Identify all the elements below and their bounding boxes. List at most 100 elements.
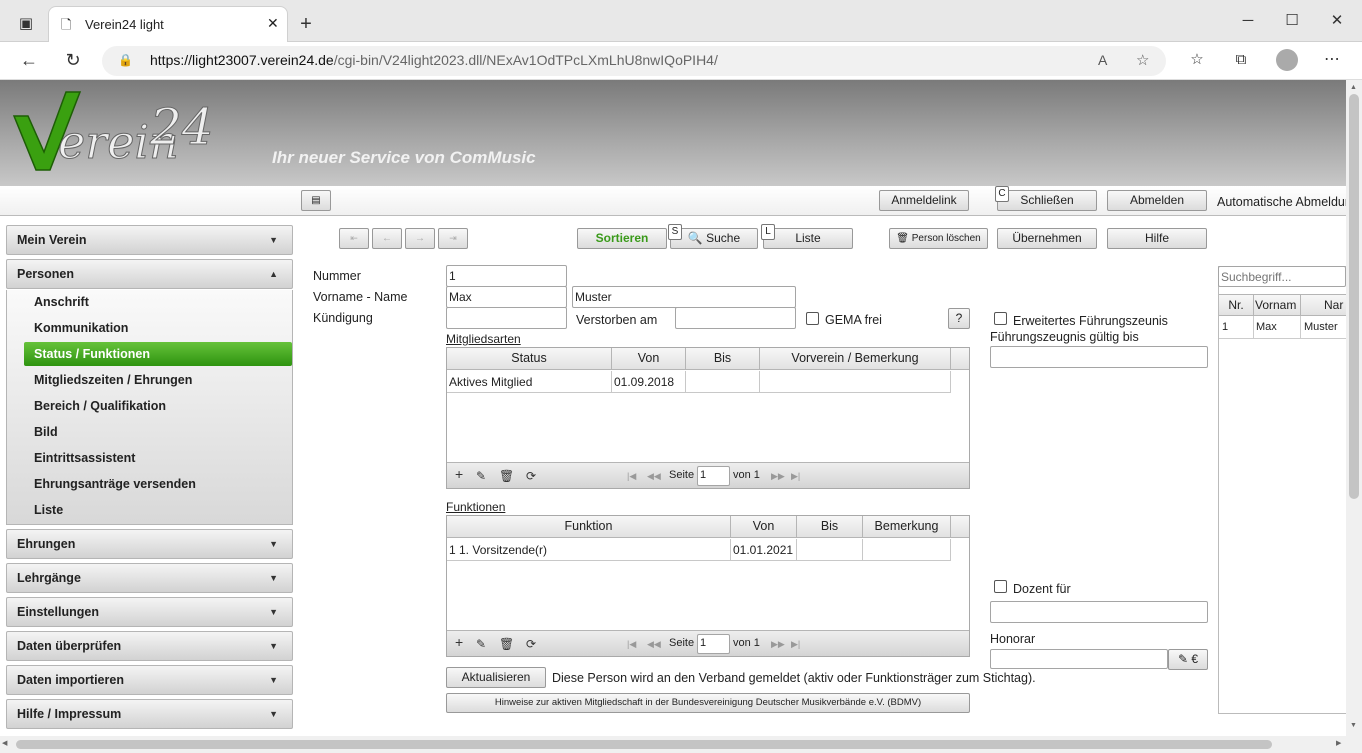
- help-question-button[interactable]: ?: [948, 308, 970, 329]
- sidebar-item-anschrift[interactable]: Anschrift: [34, 295, 89, 309]
- sidebar-item-bild[interactable]: Bild: [34, 425, 58, 439]
- col-name[interactable]: Nar: [1324, 298, 1346, 312]
- table-cell[interactable]: 01.01.2021: [731, 539, 797, 561]
- gema-checkbox[interactable]: [806, 312, 819, 325]
- funktionen-title[interactable]: Funktionen: [446, 500, 505, 514]
- table-cell[interactable]: [686, 371, 760, 393]
- bdmv-hint-button[interactable]: Hinweise zur aktiven Mitgliedschaft in d…: [446, 693, 970, 713]
- sidebar-item-mitgliedszeiten[interactable]: Mitgliedszeiten / Ehrungen: [34, 373, 192, 387]
- abmelden-button[interactable]: Abmelden: [1107, 190, 1207, 211]
- sidebar-mein-verein[interactable]: Mein Verein ▼: [6, 225, 293, 255]
- back-icon[interactable]: ←: [17, 48, 41, 72]
- table-cell[interactable]: 01.09.2018: [612, 371, 686, 393]
- scroll-up-icon[interactable]: ▲: [1350, 84, 1357, 91]
- more-icon[interactable]: ⋯: [1320, 48, 1344, 72]
- refresh-icon[interactable]: ⟳: [526, 637, 536, 651]
- fz-gueltig-field[interactable]: [990, 346, 1208, 368]
- minimize-icon[interactable]: ─: [1236, 9, 1260, 33]
- vertical-scrollbar[interactable]: ▲ ▼: [1346, 80, 1362, 736]
- person-loeschen-button[interactable]: 🗑 Person löschen: [889, 228, 988, 249]
- sidebar-item-bereich[interactable]: Bereich / Qualifikation: [34, 399, 166, 413]
- table-cell[interactable]: 1 1. Vorsitzende(r): [447, 539, 731, 561]
- prev-page-icon[interactable]: ◀◀: [647, 639, 661, 650]
- table-cell[interactable]: Aktives Mitglied: [447, 371, 612, 393]
- sidebar-lehrgaenge[interactable]: Lehrgänge ▼: [6, 563, 293, 593]
- table-cell[interactable]: 1: [1222, 321, 1228, 333]
- col-status[interactable]: Status: [447, 348, 612, 370]
- edit-icon[interactable]: ✎: [476, 469, 486, 483]
- table-cell[interactable]: Muster: [1304, 321, 1346, 333]
- sidebar-item-eintrittsassistent[interactable]: Eintrittsassistent: [34, 451, 135, 465]
- new-tab-icon[interactable]: +: [294, 12, 318, 36]
- profile-avatar[interactable]: [1276, 49, 1298, 71]
- prev-record-button[interactable]: ←: [372, 228, 402, 249]
- page-number-field[interactable]: 1: [697, 634, 730, 654]
- maximize-icon[interactable]: ☐: [1280, 9, 1304, 33]
- col-vorname[interactable]: Vornam: [1255, 298, 1296, 312]
- table-cell[interactable]: [863, 539, 951, 561]
- menu-toggle-button[interactable]: ▤: [301, 190, 331, 211]
- favorites-icon[interactable]: ☆: [1185, 48, 1209, 72]
- sidebar-item-ehrungsantraege[interactable]: Ehrungsanträge versenden: [34, 477, 196, 491]
- collections-icon[interactable]: ⧉: [1229, 48, 1253, 72]
- honorar-edit-button[interactable]: ✎ €: [1168, 649, 1208, 670]
- trash-icon[interactable]: 🗑: [499, 469, 514, 483]
- sidebar-daten-importieren[interactable]: Daten importieren ▼: [6, 665, 293, 695]
- table-cell[interactable]: [797, 539, 863, 561]
- close-window-icon[interactable]: ✕: [1325, 9, 1349, 33]
- sidebar-einstellungen[interactable]: Einstellungen ▼: [6, 597, 293, 627]
- scroll-left-icon[interactable]: ◀: [2, 739, 7, 747]
- refresh-icon[interactable]: ⟳: [526, 469, 536, 483]
- browser-tab[interactable]: 🗋 Verein24 light ✕: [48, 6, 288, 42]
- verstorben-field[interactable]: [675, 307, 796, 329]
- horizontal-scrollbar[interactable]: ◀ ▶: [0, 736, 1362, 753]
- reload-icon[interactable]: ↻: [61, 48, 85, 72]
- next-record-button[interactable]: →: [405, 228, 435, 249]
- add-icon[interactable]: +: [455, 466, 463, 482]
- last-page-icon[interactable]: ▶|: [791, 639, 800, 650]
- person-search-input[interactable]: [1218, 266, 1346, 287]
- aktualisieren-button[interactable]: Aktualisieren: [446, 667, 546, 688]
- first-page-icon[interactable]: |◀: [627, 471, 636, 482]
- url-field[interactable]: 🔒 https://light23007.verein24.de/cgi-bin…: [102, 46, 1166, 76]
- close-tab-icon[interactable]: ✕: [267, 15, 279, 32]
- next-page-icon[interactable]: ▶▶: [771, 639, 785, 650]
- anmeldelink-button[interactable]: Anmeldelink: [879, 190, 969, 211]
- scroll-right-icon[interactable]: ▶: [1336, 739, 1341, 747]
- prev-page-icon[interactable]: ◀◀: [647, 471, 661, 482]
- last-page-icon[interactable]: ▶|: [791, 471, 800, 482]
- sidebar-item-kommunikation[interactable]: Kommunikation: [34, 321, 128, 335]
- suche-button[interactable]: 🔍 Suche: [670, 228, 758, 249]
- fuehrungszeugnis-checkbox[interactable]: [994, 312, 1007, 325]
- col-bemerkung[interactable]: Vorverein / Bemerkung: [760, 348, 951, 370]
- nummer-field[interactable]: 1: [446, 265, 567, 287]
- table-cell[interactable]: [760, 371, 951, 393]
- read-aloud-icon[interactable]: A: [1098, 52, 1107, 68]
- vorname-field[interactable]: Max: [446, 286, 567, 308]
- honorar-field[interactable]: [990, 649, 1168, 669]
- last-record-button[interactable]: ⇥: [438, 228, 468, 249]
- col-nr[interactable]: Nr.: [1219, 298, 1253, 312]
- col-von[interactable]: Von: [612, 348, 686, 370]
- next-page-icon[interactable]: ▶▶: [771, 471, 785, 482]
- uebernehmen-button[interactable]: Übernehmen: [997, 228, 1097, 249]
- sidebar-item-liste[interactable]: Liste: [34, 503, 63, 517]
- dozent-field[interactable]: [990, 601, 1208, 623]
- col-funktion[interactable]: Funktion: [447, 516, 731, 538]
- vertical-scroll-thumb[interactable]: [1349, 94, 1359, 499]
- col-bis[interactable]: Bis: [797, 516, 863, 538]
- schliessen-button[interactable]: Schließen: [997, 190, 1097, 211]
- col-bis[interactable]: Bis: [686, 348, 760, 370]
- add-icon[interactable]: +: [455, 634, 463, 650]
- col-bemerkung[interactable]: Bemerkung: [863, 516, 951, 538]
- col-von[interactable]: Von: [731, 516, 797, 538]
- page-number-field[interactable]: 1: [697, 466, 730, 486]
- first-page-icon[interactable]: |◀: [627, 639, 636, 650]
- mitgliedsarten-title[interactable]: Mitgliedsarten: [446, 332, 521, 346]
- nachname-field[interactable]: Muster: [572, 286, 796, 308]
- trash-icon[interactable]: 🗑: [499, 637, 514, 651]
- sidebar-personen[interactable]: Personen ▲: [6, 259, 293, 289]
- horizontal-scroll-thumb[interactable]: [16, 740, 1272, 749]
- sidebar-item-status-funktionen[interactable]: Status / Funktionen: [34, 347, 150, 361]
- scroll-down-icon[interactable]: ▼: [1350, 722, 1357, 729]
